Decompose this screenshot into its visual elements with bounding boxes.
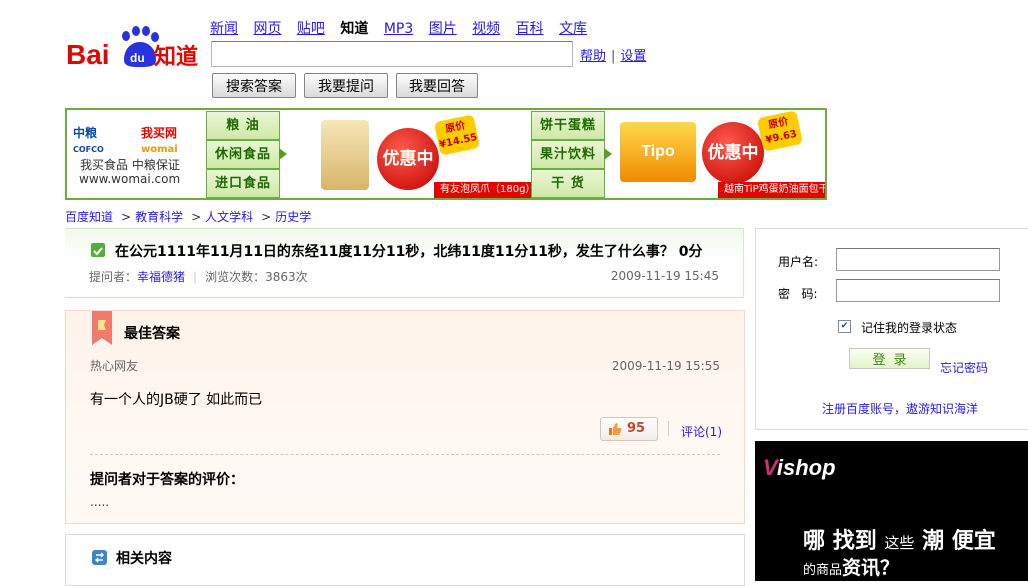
- logo-text-du: du: [130, 51, 145, 65]
- best-answer-flag-icon: [92, 311, 112, 345]
- vishop-ad[interactable]: Vishop 哪 找到 这些 潮 便宜 的商品资讯？: [755, 441, 1028, 581]
- category-biscuits[interactable]: 饼干蛋糕: [531, 111, 605, 140]
- nav-item-wenku[interactable]: 文库: [559, 21, 587, 37]
- username-label: 用户名:: [778, 255, 819, 269]
- tipo-package-icon: Tipo: [620, 122, 696, 182]
- answer-date: 2009-11-19 15:55: [611, 359, 720, 373]
- forgot-password-link[interactable]: 忘记密码: [940, 359, 988, 376]
- help-link[interactable]: 帮助: [580, 49, 606, 64]
- category-imported[interactable]: 进口食品: [206, 169, 280, 198]
- ask-question-button[interactable]: 我要提问: [304, 73, 388, 98]
- nav-item-baike[interactable]: 百科: [516, 21, 544, 37]
- nav-item-web[interactable]: 网页: [253, 21, 281, 37]
- breadcrumb-education[interactable]: 教育科学: [135, 210, 183, 224]
- password-label: 密 码:: [778, 287, 818, 301]
- password-field[interactable]: [836, 279, 1000, 302]
- brand-url: www.womai.com: [79, 172, 181, 186]
- arrow-right-icon: [604, 148, 612, 160]
- like-button[interactable]: 95: [600, 417, 658, 441]
- logo-text-zhidao: 知道: [154, 44, 198, 70]
- login-panel: 用户名: 密 码: ✔ 记住我的登录状态 登录 忘记密码 注册百度账号，遨游知识…: [755, 228, 1028, 430]
- product-left[interactable]: 优惠中 原价 ¥14.55 有友泡凤爪（180g）: [289, 110, 542, 198]
- arrow-right-icon: [279, 148, 287, 160]
- related-content-heading: 相关内容: [116, 551, 172, 567]
- register-link[interactable]: 注册百度账号，遨游知识海洋: [822, 400, 978, 417]
- view-count: 3863次: [265, 270, 308, 284]
- search-answer-button[interactable]: 搜索答案: [212, 73, 296, 98]
- question-title: 在公元1111年11月11日的东经11度11分11秒，北纬11度11分11秒，发…: [115, 244, 703, 260]
- divider: [668, 421, 669, 436]
- category-grain-oil[interactable]: 粮 油: [206, 111, 280, 140]
- chicken-feet-package-icon: [321, 120, 369, 190]
- breadcrumb: 百度知道 > 教育科学 > 人文学科 > 历史学: [65, 210, 312, 224]
- thumbs-up-icon: [609, 423, 622, 435]
- asker-evaluation-body: .....: [90, 495, 110, 509]
- remember-me-label: 记住我的登录状态: [861, 321, 958, 335]
- nav-item-news[interactable]: 新闻: [210, 21, 238, 37]
- promo-badge: 优惠中: [702, 122, 764, 184]
- related-content-panel: 相关内容: [65, 534, 745, 586]
- breadcrumb-humanities[interactable]: 人文学科: [205, 210, 253, 224]
- brand-slogan: 我买食品 中粮保证: [80, 158, 180, 172]
- answerer-name: 热心网友: [90, 359, 139, 373]
- product-caption: 越南TiP鸡蛋奶油面包干: [718, 182, 825, 198]
- nav-item-zhidao[interactable]: 知道: [340, 21, 368, 37]
- womai-brand[interactable]: 中粮 COFCO 我买网 womai 我买食品 中粮保证 www.womai.com: [67, 110, 205, 198]
- asker-evaluation-heading: 提问者对于答案的评价：: [90, 472, 244, 488]
- related-icon: [92, 550, 107, 565]
- price-tag: 原价 ¥14.55: [433, 114, 481, 156]
- product-right[interactable]: Tipo 优惠中 原价 ¥9.63 越南TiP鸡蛋奶油面包干: [614, 110, 825, 198]
- nav-item-images[interactable]: 图片: [429, 21, 457, 37]
- logo-text-bai: Bai: [66, 39, 110, 70]
- like-count: 95: [627, 421, 646, 436]
- asker-link[interactable]: 幸福德猪: [137, 270, 185, 284]
- username-field[interactable]: [836, 248, 1000, 271]
- promo-badge: 优惠中: [377, 128, 439, 190]
- question-panel: 在公元1111年11月11日的东经11度11分11秒，北纬11度11分11秒，发…: [65, 228, 744, 298]
- divider: [90, 454, 720, 455]
- login-button[interactable]: 登录: [849, 348, 930, 369]
- best-answer-heading: 最佳答案: [124, 326, 180, 342]
- solved-check-icon: [91, 243, 105, 257]
- answer-body: 有一个人的JB硬了 如此而已: [90, 392, 263, 408]
- top-nav: 新闻 网页 贴吧 知道 MP3 图片 视频 百科 文库: [210, 18, 598, 38]
- search-input[interactable]: [211, 41, 573, 67]
- vishop-logo: Vishop: [763, 455, 836, 480]
- nav-item-video[interactable]: 视频: [472, 21, 500, 37]
- question-date: 2009-11-19 15:45: [610, 269, 719, 283]
- category-snacks[interactable]: 休闲食品: [206, 140, 280, 169]
- nav-item-tieba[interactable]: 贴吧: [297, 21, 325, 37]
- womai-logo: 我买网 womai: [141, 126, 178, 155]
- womai-banner-ad[interactable]: 中粮 COFCO 我买网 womai 我买食品 中粮保证 www.womai.com…: [65, 108, 827, 200]
- price-tag: 原价 ¥9.63: [756, 110, 804, 152]
- answer-question-button[interactable]: 我要回答: [396, 73, 478, 98]
- product-caption: 有友泡凤爪（180g）: [434, 182, 542, 198]
- category-juice[interactable]: 果汁饮料: [531, 140, 605, 169]
- category-dried-goods[interactable]: 干 货: [531, 169, 605, 198]
- nav-item-mp3[interactable]: MP3: [384, 21, 413, 37]
- breadcrumb-zhidao[interactable]: 百度知道: [65, 210, 113, 224]
- help-links: 帮助 | 设置: [580, 45, 646, 64]
- ad-headline: 哪 找到 这些 潮 便宜: [803, 529, 996, 554]
- settings-link[interactable]: 设置: [620, 49, 646, 64]
- cofco-logo: 中粮 COFCO: [73, 126, 104, 154]
- breadcrumb-history[interactable]: 历史学: [275, 210, 311, 224]
- separator: |: [611, 49, 616, 64]
- remember-me-checkbox[interactable]: ✔: [838, 320, 851, 333]
- baidu-zhidao-logo[interactable]: Bai du 知道: [66, 24, 201, 70]
- question-meta: 提问者：幸福德猪 | 浏览次数：3863次: [89, 270, 308, 284]
- comment-link[interactable]: 评论(1): [681, 423, 722, 440]
- best-answer-panel: 最佳答案 热心网友 2009-11-19 15:55 有一个人的JB硬了 如此而…: [65, 310, 745, 524]
